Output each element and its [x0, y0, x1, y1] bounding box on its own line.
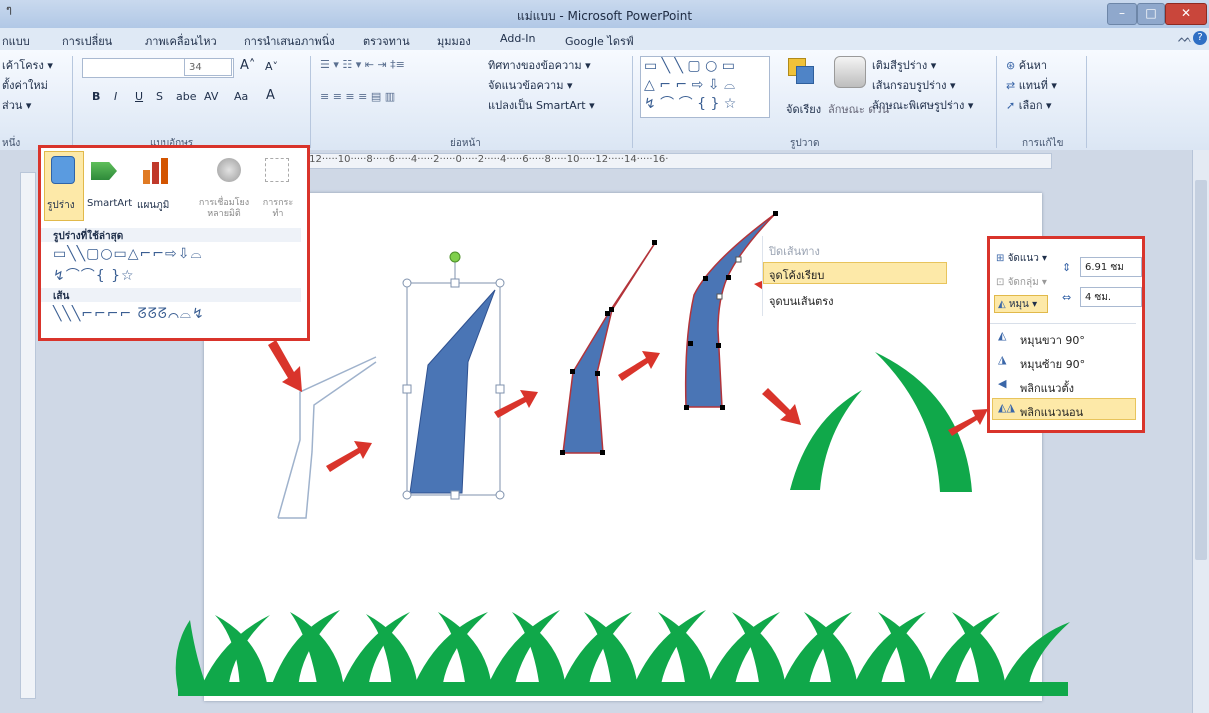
rotate-panel: ⊞ จัดแนว ▾ ⊡ จัดกลุ่ม ▾ ◭ หมุน ▾ ⇕ 6.91 …	[987, 236, 1145, 433]
chart-icon	[143, 158, 171, 184]
blue-freeform-shape[interactable]	[409, 289, 496, 494]
edit-points-shape[interactable]	[562, 242, 656, 454]
flip-horizontal-icon: ◭◮	[998, 401, 1015, 414]
flip-vertical-icon: ◀	[998, 377, 1007, 390]
shapes-dropdown-panel: รูปร่าง SmartArt แผนภูมิ การเชื่อมโยงหลา…	[38, 145, 310, 341]
grass-blade-left[interactable]	[790, 390, 862, 490]
align-label: จัดแนว ▾	[1007, 253, 1048, 264]
recent-shapes-row[interactable]: ▭╲╲▢○▭△⌐⌐⇨⇩⌓	[53, 246, 203, 262]
hyperlink-button[interactable]: การเชื่อมโยงหลายมิติ	[191, 198, 257, 220]
menu-straight-point[interactable]: จุดบนเส้นตรง	[769, 292, 834, 310]
group-icon: ⊡	[996, 277, 1008, 288]
rotate-right-icon: ◭	[998, 329, 1007, 342]
rotate-text: หมุน ▾	[1008, 299, 1038, 310]
recent-shapes-row-2[interactable]: ↯⌒⌒{ }☆	[53, 265, 135, 285]
smartart-icon	[91, 162, 117, 180]
edit-points-context-menu: ปิดเส้นทาง จุดโค้งเรียบ จุดบนเส้นตรง	[762, 236, 947, 316]
shape-width-input[interactable]: 4 ซม.	[1080, 287, 1142, 307]
rotation-handle[interactable]	[449, 251, 461, 263]
rotate-icon: ◭	[998, 299, 1009, 310]
menu-rotate-right[interactable]: หมุนขวา 90°	[1020, 331, 1085, 349]
menu-flip-vertical[interactable]: พลิกแนวตั้ง	[1020, 379, 1074, 397]
menu-divider	[990, 323, 1136, 324]
action-icon	[265, 158, 289, 182]
rotate-label: ◭ หมุน ▾	[998, 297, 1037, 312]
menu-close-path[interactable]: ปิดเส้นทาง	[769, 242, 820, 260]
shapes-button-label: รูปร่าง	[47, 200, 75, 211]
group-button[interactable]: ⊡ จัดกลุ่ม ▾	[996, 275, 1047, 290]
chart-button[interactable]: แผนภูมิ	[137, 198, 169, 213]
recent-shapes-heading: รูปร่างที่ใช้ล่าสุด	[53, 231, 124, 242]
align-button[interactable]: ⊞ จัดแนว ▾	[996, 251, 1047, 266]
shapes-icon	[51, 156, 75, 184]
grass-blade-right[interactable]	[875, 352, 972, 492]
align-icon: ⊞	[996, 253, 1008, 264]
lines-heading-bar	[41, 288, 301, 302]
hyperlink-icon	[217, 158, 241, 182]
smartart-button[interactable]: SmartArt	[87, 198, 132, 209]
width-icon: ⇔	[1062, 291, 1072, 304]
line-shapes-row[interactable]: ╲╲╲⌐⌐⌐⌐ ᘔᘔᘔ⌒⌓↯	[53, 306, 205, 322]
menu-flip-horizontal[interactable]: พลิกแนวนอน	[1020, 403, 1083, 421]
height-icon: ⇕	[1062, 261, 1072, 274]
menu-smooth-point[interactable]: จุดโค้งเรียบ	[769, 266, 824, 284]
menu-rotate-left[interactable]: หมุนซ้าย 90°	[1020, 355, 1085, 373]
shape-height-input[interactable]: 6.91 ซม	[1080, 257, 1142, 277]
lines-heading: เส้น	[53, 291, 70, 302]
group-label: จัดกลุ่ม ▾	[1007, 277, 1047, 288]
action-button[interactable]: การกระทำ	[261, 198, 295, 220]
grass-border-row	[175, 610, 1070, 696]
rotate-left-icon: ◮	[998, 353, 1007, 366]
